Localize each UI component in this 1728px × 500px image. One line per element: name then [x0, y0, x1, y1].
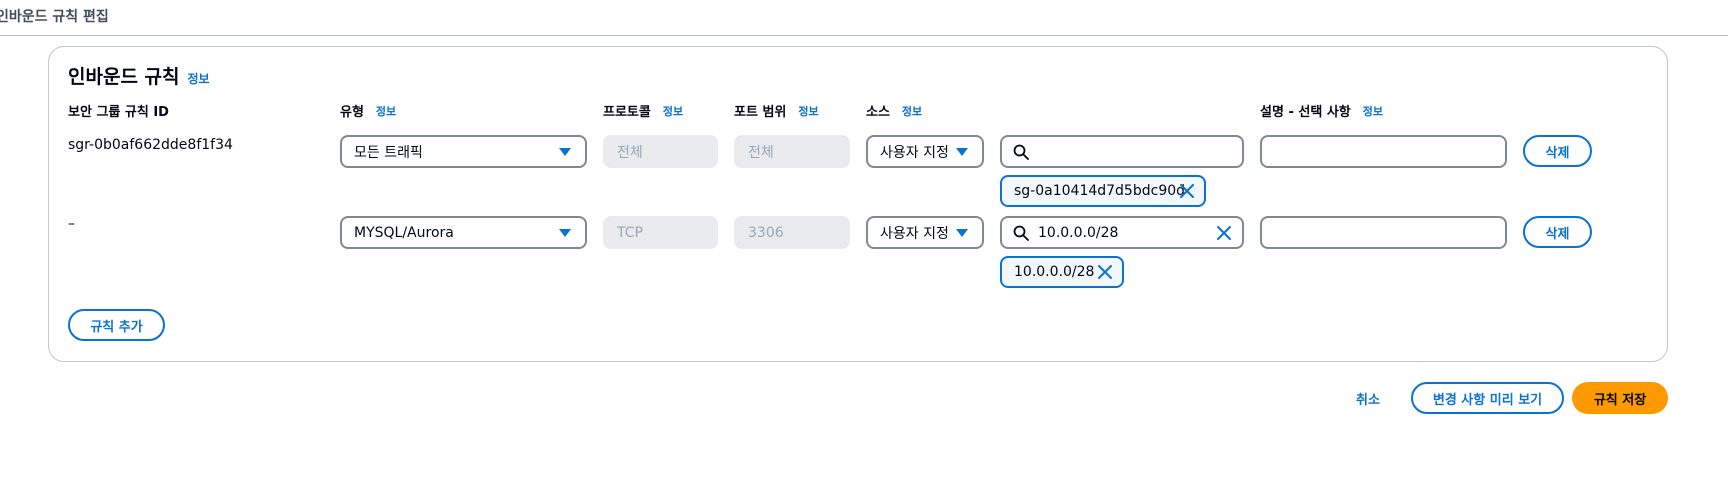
- column-header-label: 보안 그룹 규칙 ID: [68, 105, 169, 120]
- rule-id: sgr-0b0af662dde8f1f34: [68, 137, 233, 153]
- source-search-value: 10.0.0.0/28: [1038, 224, 1119, 241]
- clear-icon[interactable]: [1216, 225, 1232, 241]
- protocol-value: TCP: [617, 224, 643, 241]
- column-header-label: 소스: [866, 105, 890, 120]
- protocol-value: 전체: [617, 144, 643, 161]
- dismiss-icon[interactable]: [1180, 184, 1194, 198]
- description-input[interactable]: [1260, 216, 1507, 249]
- column-header-protocol: 프로토콜 정보: [603, 101, 683, 121]
- column-header-label: 포트 범위: [734, 105, 787, 120]
- column-header-port-range: 포트 범위 정보: [734, 101, 819, 121]
- add-rule-button[interactable]: 규칙 추가: [68, 309, 165, 341]
- search-icon: [1013, 225, 1029, 241]
- caret-down-icon: [559, 229, 571, 237]
- description-info-link[interactable]: 정보: [1363, 103, 1383, 119]
- port-range-field: 3306: [734, 216, 850, 249]
- source-info-link[interactable]: 정보: [902, 103, 922, 119]
- rule-type-select[interactable]: MYSQL/Aurora: [340, 216, 587, 249]
- source-token-label: sg-0a10414d7d5bdc90d: [1014, 183, 1186, 199]
- caret-down-icon: [559, 148, 571, 156]
- panel-header: 인바운드 규칙 정보: [68, 62, 210, 89]
- preview-changes-button[interactable]: 변경 사항 미리 보기: [1411, 382, 1564, 414]
- breadcrumb: 인바운드 규칙 편집: [0, 9, 109, 25]
- source-token: 10.0.0.0/28: [1000, 256, 1124, 288]
- add-rule-label: 규칙 추가: [90, 319, 143, 335]
- rule-id: –: [68, 216, 75, 232]
- column-header-description: 설명 - 선택 사항 정보: [1260, 101, 1383, 121]
- delete-rule-label: 삭제: [1545, 145, 1570, 161]
- caret-down-icon: [956, 229, 968, 237]
- panel-info-link[interactable]: 정보: [188, 70, 210, 87]
- delete-rule-label: 삭제: [1545, 226, 1570, 242]
- column-header-label: 프로토콜: [603, 105, 651, 120]
- panel-title: 인바운드 규칙: [68, 66, 180, 88]
- top-bar: 인바운드 규칙 편집: [0, 0, 1728, 36]
- column-header-label: 설명 - 선택 사항: [1260, 105, 1351, 120]
- port-range-info-link[interactable]: 정보: [798, 103, 818, 119]
- source-type-select[interactable]: 사용자 지정: [866, 135, 984, 168]
- rule-type-value: MYSQL/Aurora: [354, 224, 454, 241]
- description-input[interactable]: [1260, 135, 1507, 168]
- port-range-value: 전체: [748, 144, 774, 161]
- rule-type-select[interactable]: 모든 트래픽: [340, 135, 587, 168]
- source-type-value: 사용자 지정: [880, 225, 949, 242]
- save-rules-button[interactable]: 규칙 저장: [1572, 382, 1668, 414]
- dismiss-icon[interactable]: [1098, 265, 1112, 279]
- column-header-rule-id: 보안 그룹 규칙 ID: [68, 101, 169, 120]
- delete-rule-button[interactable]: 삭제: [1523, 216, 1592, 248]
- caret-down-icon: [956, 148, 968, 156]
- save-rules-label: 규칙 저장: [1593, 392, 1647, 408]
- source-search-input[interactable]: [1000, 135, 1244, 168]
- source-type-value: 사용자 지정: [880, 144, 949, 161]
- port-range-value: 3306: [748, 224, 784, 241]
- column-header-type: 유형 정보: [340, 101, 396, 121]
- rule-type-value: 모든 트래픽: [354, 144, 423, 161]
- protocol-field: TCP: [603, 216, 718, 249]
- source-search-input[interactable]: 10.0.0.0/28: [1000, 216, 1244, 249]
- source-type-select[interactable]: 사용자 지정: [866, 216, 984, 249]
- protocol-field: 전체: [603, 135, 718, 168]
- source-token-label: 10.0.0.0/28: [1014, 264, 1095, 280]
- inbound-rules-panel: [48, 46, 1668, 362]
- port-range-field: 전체: [734, 135, 850, 168]
- preview-changes-label: 변경 사항 미리 보기: [1432, 392, 1543, 408]
- search-icon: [1013, 144, 1029, 160]
- column-header-source: 소스 정보: [866, 101, 922, 121]
- cancel-button[interactable]: 취소: [1356, 389, 1380, 408]
- delete-rule-button[interactable]: 삭제: [1523, 135, 1592, 167]
- protocol-info-link[interactable]: 정보: [663, 103, 683, 119]
- type-info-link[interactable]: 정보: [376, 103, 396, 119]
- column-header-label: 유형: [340, 105, 364, 120]
- source-token: sg-0a10414d7d5bdc90d: [1000, 175, 1206, 207]
